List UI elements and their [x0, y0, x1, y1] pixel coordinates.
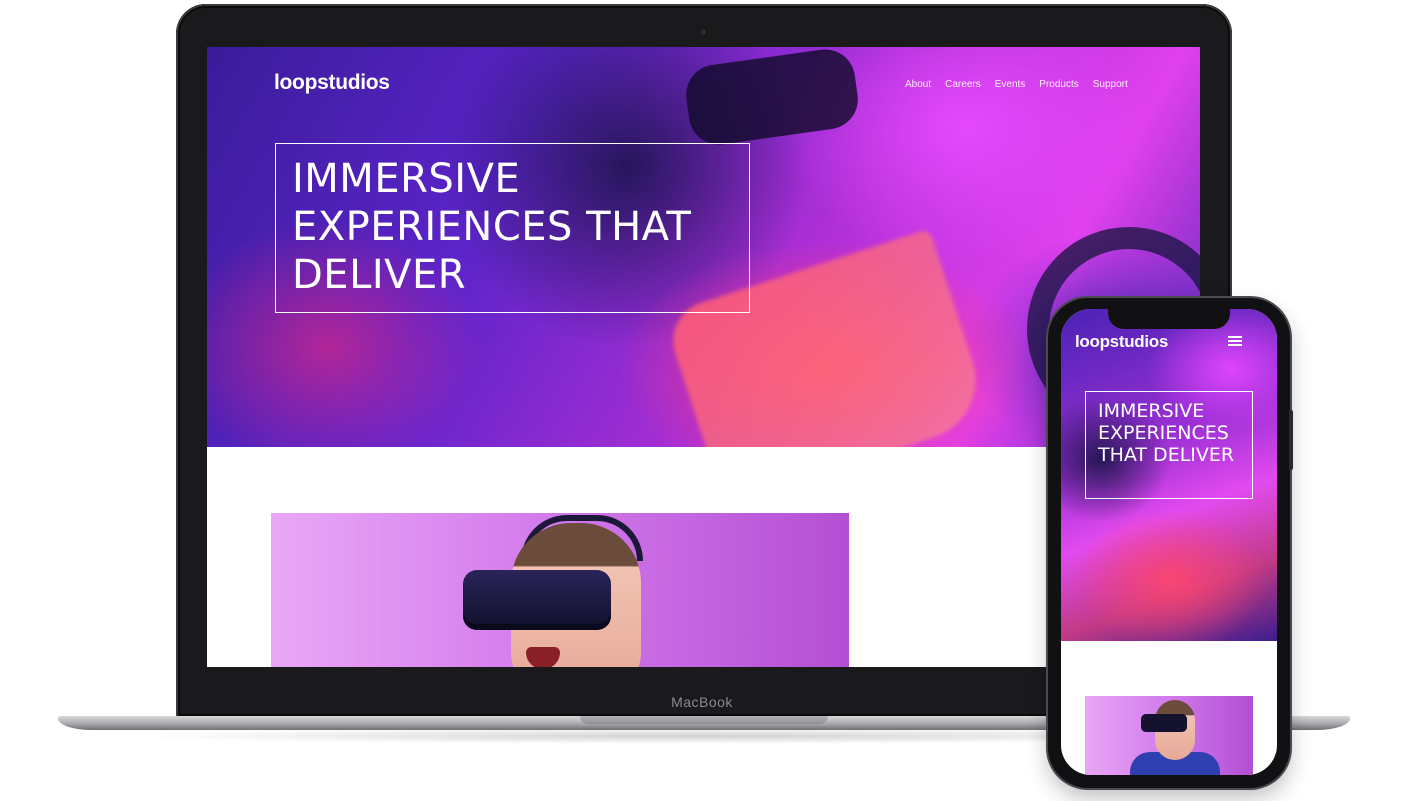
desktop-nav: About Careers Events Products Support	[905, 79, 1128, 90]
nav-item-support[interactable]: Support	[1093, 79, 1128, 90]
mobile-feature-image-vr-user	[1085, 696, 1253, 775]
laptop-base-notch	[580, 716, 828, 724]
nav-item-events[interactable]: Events	[995, 79, 1026, 90]
laptop-brand-label: MacBook	[671, 694, 733, 710]
nav-item-about[interactable]: About	[905, 79, 931, 90]
desktop-logo[interactable]: loopstudios	[274, 71, 390, 95]
vr-headset-icon	[1141, 714, 1187, 732]
hero-vr-headset-shape	[682, 47, 862, 149]
mobile-hero-title: IMMERSIVE EXPERIENCES THAT DELIVER	[1098, 400, 1235, 466]
person-mouth-shape	[526, 647, 560, 667]
hero-title: IMMERSIVE EXPERIENCES THAT DELIVER	[292, 156, 692, 298]
nav-item-products[interactable]: Products	[1039, 79, 1078, 90]
vr-headset-icon	[463, 570, 611, 630]
mobile-hero-title-box: IMMERSIVE EXPERIENCES THAT DELIVER	[1085, 391, 1253, 499]
hamburger-menu-icon[interactable]	[1228, 336, 1242, 347]
phone-screen: loopstudios IMMERSIVE EXPERIENCES THAT D…	[1061, 309, 1277, 775]
laptop-camera-icon	[700, 29, 706, 35]
mobile-hero: loopstudios IMMERSIVE EXPERIENCES THAT D…	[1061, 309, 1277, 641]
mobile-logo[interactable]: loopstudios	[1075, 332, 1168, 352]
nav-item-careers[interactable]: Careers	[945, 79, 981, 90]
device-mockup-scene: loopstudios About Careers Events Product…	[0, 0, 1408, 801]
phone-side-button	[1289, 410, 1293, 470]
feature-image-vr-user	[271, 513, 849, 667]
phone-notch	[1108, 309, 1230, 329]
hero-title-box: IMMERSIVE EXPERIENCES THAT DELIVER	[275, 143, 750, 313]
